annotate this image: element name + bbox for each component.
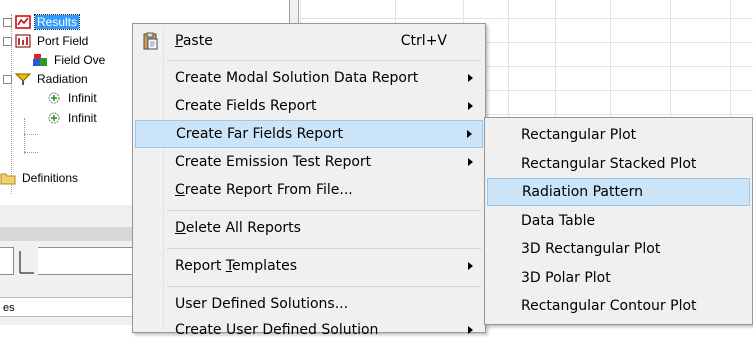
tree-item[interactable]: Infinit — [34, 109, 99, 127]
tree-item-label: Infinit — [68, 111, 97, 125]
submenu-item-rectangular-stacked-plot[interactable]: Rectangular Stacked Plot — [487, 150, 750, 178]
submenu-item-3d-rectangular-plot[interactable]: 3D Rectangular Plot — [487, 235, 750, 263]
menu-item-label: Create Far Fields Report — [176, 126, 343, 142]
menu-item-label: Create Emission Test Report — [175, 154, 372, 170]
submenu-item-3d-polar-plot[interactable]: 3D Polar Plot — [487, 264, 750, 292]
results-icon — [15, 15, 31, 29]
menu-item-create-emission-test-report[interactable]: Create Emission Test Report — [135, 148, 483, 176]
infinite-sphere-icon — [46, 91, 62, 105]
menu-item-label: Report Templates — [175, 258, 298, 274]
tree-item[interactable]: Infinit — [34, 89, 99, 107]
splitter-handle-icon[interactable] — [18, 247, 36, 275]
menu-item-create-modal-solution-data-report[interactable]: Create Modal Solution Data Report — [135, 64, 483, 92]
submenu-item-data-table[interactable]: Data Table — [487, 207, 750, 235]
menu-item-label: Delete All Reports — [175, 220, 301, 236]
tree-item[interactable]: Radiation — [3, 70, 90, 88]
radiation-icon — [14, 72, 32, 86]
tree-item-label: Field Ove — [54, 53, 106, 67]
tree-item-label: Definitions — [22, 171, 79, 185]
submenu-item-rectangular-contour-plot[interactable]: Rectangular Contour Plot — [487, 292, 750, 320]
menu-separator — [167, 248, 481, 249]
port-field-icon — [15, 34, 31, 48]
submenu-item-label: Data Table — [521, 212, 596, 229]
menu-item-delete-all-reports[interactable]: Delete All Reports — [135, 214, 483, 242]
field-overlays-icon — [32, 53, 48, 67]
paste-icon — [141, 32, 159, 54]
submenu-item-label: Radiation Pattern — [522, 184, 643, 200]
menu-item-label: Create Modal Solution Data Report — [175, 70, 419, 86]
shortcut-label: Ctrl+V — [400, 33, 447, 49]
menu-separator — [167, 286, 481, 287]
menu-item-label: Create Report From File... — [175, 182, 353, 198]
menu-item-label: Create User Defined Solution — [175, 322, 379, 338]
menu-item-label: User Defined Solutions... — [175, 296, 349, 312]
submenu-arrow-icon — [467, 130, 472, 138]
tree-item-label: Results — [33, 14, 81, 30]
submenu-item-label: 3D Polar Plot — [521, 269, 611, 286]
menu-item-label: Create Fields Report — [175, 98, 317, 114]
tree-guide-line — [24, 152, 38, 153]
submenu-arrow-icon — [468, 102, 473, 110]
submenu-item-rectangular-plot[interactable]: Rectangular Plot — [487, 121, 750, 149]
menu-separator — [167, 60, 481, 61]
folder-icon — [0, 171, 16, 185]
menu-item-create-fields-report[interactable]: Create Fields Report — [135, 92, 483, 120]
menu-item-paste[interactable]: Paste Ctrl+V — [135, 27, 483, 55]
submenu-item-label: Rectangular Stacked Plot — [521, 155, 697, 172]
tree-guide-line — [24, 134, 38, 135]
menu-separator — [167, 210, 481, 211]
tree-item[interactable]: Definitions — [0, 169, 80, 187]
tab-strip-left[interactable] — [0, 247, 14, 275]
tree-item-label: Infinit — [68, 91, 97, 105]
submenu-arrow-icon — [468, 262, 473, 270]
tree-guide-line — [24, 118, 25, 154]
properties-column-header: es — [0, 297, 150, 317]
menu-item-user-defined-solutions[interactable]: User Defined Solutions... — [135, 290, 483, 318]
tree-item-label: Port Field — [37, 34, 89, 48]
collapse-icon[interactable] — [3, 74, 12, 84]
submenu-item-label: 3D Rectangular Plot — [521, 241, 661, 257]
submenu-arrow-icon — [468, 158, 473, 166]
submenu-arrow-icon — [468, 326, 473, 334]
expand-icon[interactable] — [3, 36, 12, 46]
expand-icon[interactable] — [3, 17, 12, 27]
infinite-sphere-icon — [46, 111, 62, 125]
submenu-item-label: Rectangular Contour Plot — [521, 298, 697, 314]
tree-item[interactable]: Results — [3, 13, 81, 31]
context-menu: Paste Ctrl+V Create Modal Solution Data Re… — [132, 23, 486, 338]
submenu-item-label: Rectangular Plot — [521, 127, 637, 143]
menu-item-create-far-fields-report[interactable]: Create Far Fields Report — [135, 120, 483, 148]
menu-item-report-templates[interactable]: Report Templates — [135, 252, 483, 280]
tree-item-label: Radiation — [37, 72, 88, 86]
menu-item-create-report-from-file[interactable]: Create Report From File... — [135, 176, 483, 204]
far-fields-submenu: Rectangular Plot Rectangular Stacked Plot… — [484, 117, 753, 325]
tree-item[interactable]: Port Field — [3, 32, 90, 50]
submenu-item-radiation-pattern[interactable]: Radiation Pattern — [487, 178, 750, 206]
menu-item-label: Paste — [175, 33, 213, 49]
grid-line — [300, 18, 753, 19]
tree-item[interactable]: Field Ove — [20, 51, 107, 69]
submenu-arrow-icon — [468, 74, 473, 82]
menu-item-create-user-defined-solution[interactable]: Create User Defined Solution — [135, 316, 483, 344]
